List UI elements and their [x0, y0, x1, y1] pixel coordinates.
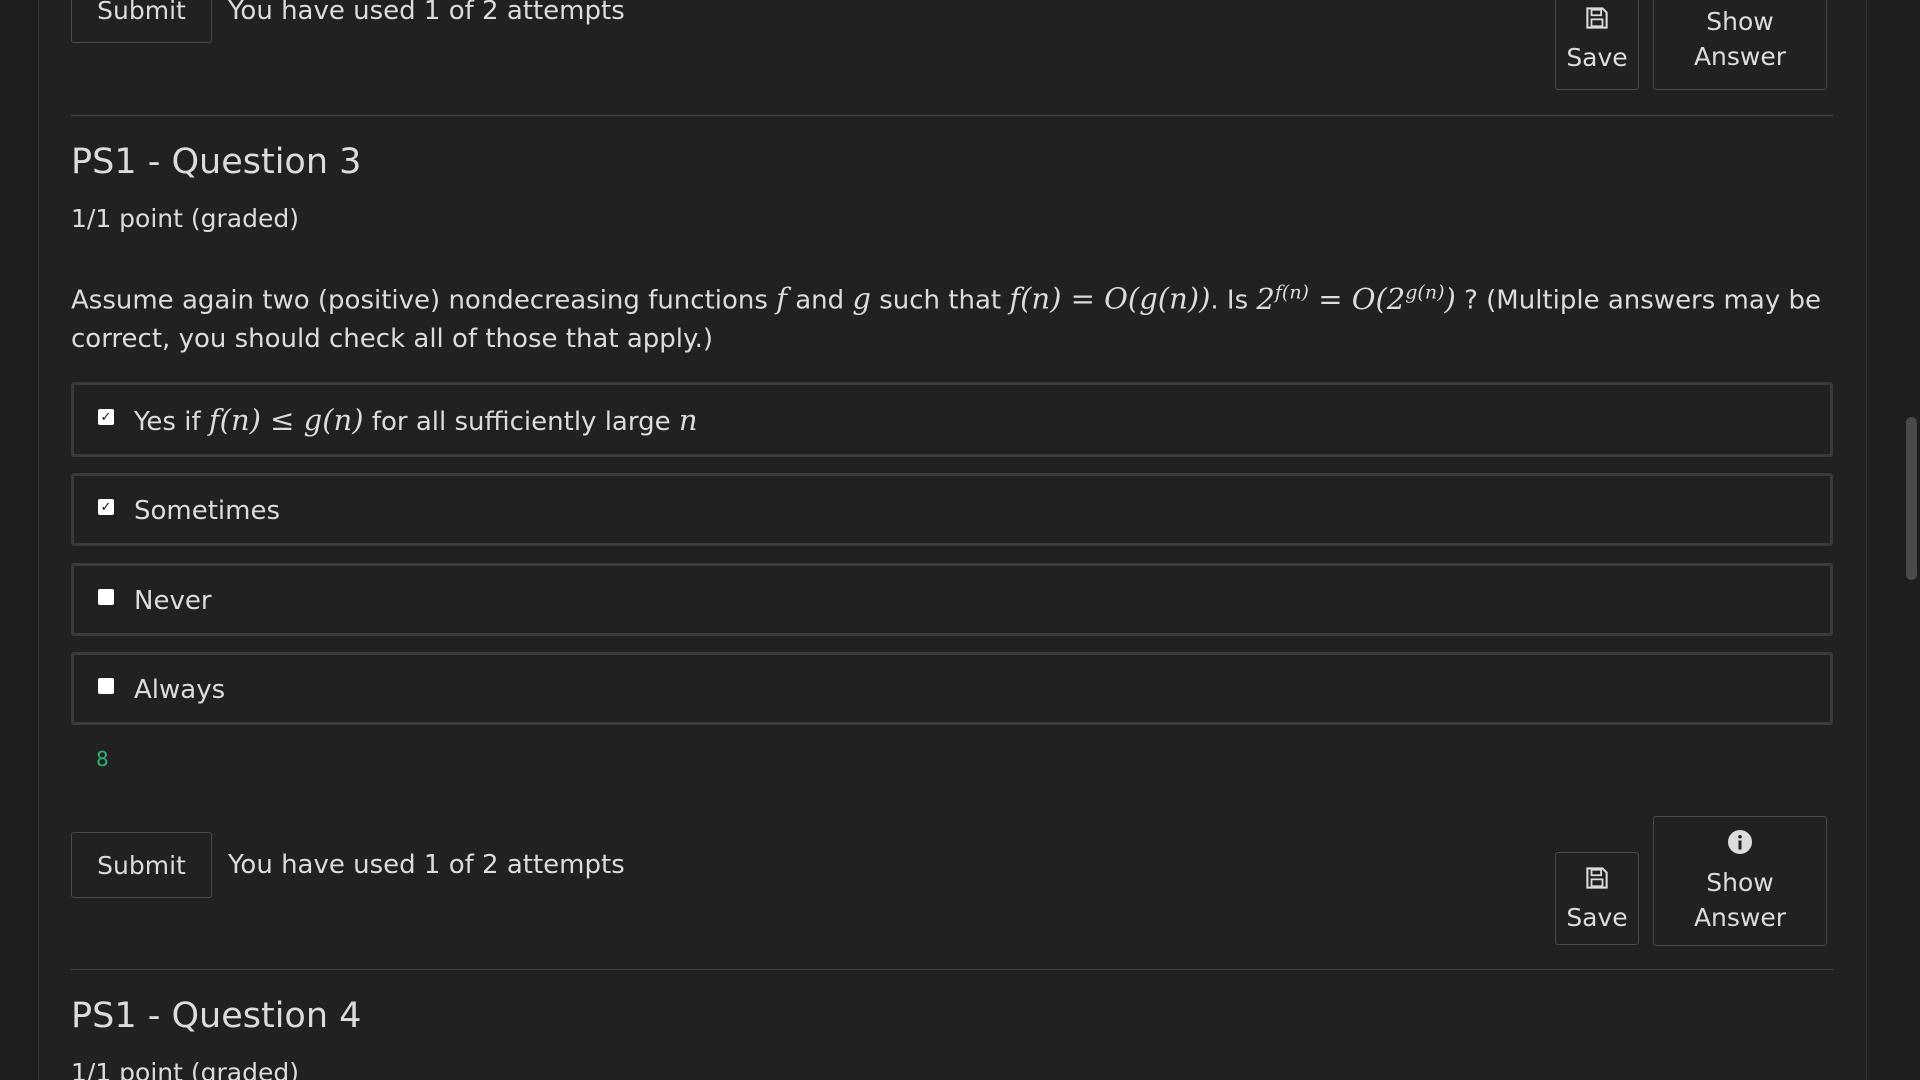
choice-always[interactable]: Always — [71, 652, 1833, 725]
choice-label: Yes if f(n) ≤ g(n) for all sufficiently … — [134, 403, 698, 437]
show-answer-button-label: Show Answer — [1693, 7, 1787, 71]
correct-indicator: 8 — [96, 747, 109, 771]
show-answer-button[interactable]: Show Answer — [1653, 816, 1827, 946]
math-var-f: f — [776, 281, 787, 316]
floppy-disk-icon — [1586, 863, 1608, 898]
page: Submit You have used 1 of 2 attempts Sav… — [0, 0, 1920, 1080]
prompt-text: Assume again two (positive) nondecreasin… — [71, 285, 768, 316]
info-circle-icon — [1728, 828, 1752, 863]
attempts-counter: You have used 1 of 2 attempts — [228, 850, 625, 880]
section-divider — [71, 969, 1833, 970]
question-prompt: Assume again two (positive) nondecreasin… — [71, 273, 1841, 358]
submit-button-label: Submit — [97, 0, 186, 25]
submit-button-label: Submit — [97, 850, 186, 880]
floppy-disk-icon — [1586, 3, 1608, 38]
show-answer-button[interactable]: Show Answer — [1653, 0, 1827, 90]
checkbox-unchecked[interactable] — [98, 678, 114, 694]
check-icon: ✓ — [100, 499, 112, 515]
show-answer-button-label: Show Answer — [1693, 867, 1787, 932]
checkbox-unchecked[interactable] — [98, 589, 114, 605]
choice-sometimes[interactable]: ✓ Sometimes — [71, 473, 1833, 546]
checkbox-checked[interactable]: ✓ — [98, 409, 114, 425]
check-icon: ✓ — [100, 409, 112, 425]
math-question: 2f(n) = O(2g(n)) — [1256, 281, 1456, 316]
save-button[interactable]: Save — [1555, 0, 1639, 90]
and-text: and — [795, 285, 845, 316]
question-points: 1/1 point (graded) — [71, 1058, 299, 1080]
choice-label: Sometimes — [134, 496, 281, 526]
question-title: PS1 - Question 4 — [71, 996, 362, 1036]
scrollbar-thumb[interactable] — [1906, 417, 1917, 580]
math-var-g: g — [852, 281, 871, 316]
submit-button[interactable]: Submit — [71, 832, 212, 898]
choice-never[interactable]: Never — [71, 563, 1833, 636]
choice-label: Always — [134, 675, 226, 705]
question-points: 1/1 point (graded) — [71, 204, 299, 233]
choice-label: Never — [134, 586, 212, 616]
question-title: PS1 - Question 3 — [71, 142, 362, 182]
submit-button[interactable]: Submit — [71, 0, 212, 43]
choice-yes-if[interactable]: ✓ Yes if f(n) ≤ g(n) for all sufficientl… — [71, 382, 1833, 457]
checkbox-checked[interactable]: ✓ — [98, 499, 114, 515]
such-that-text: such that — [879, 285, 1002, 316]
save-button-label: Save — [1566, 902, 1628, 932]
is-text: . Is — [1210, 285, 1249, 316]
attempts-counter: You have used 1 of 2 attempts — [228, 0, 625, 26]
save-button[interactable]: Save — [1555, 852, 1639, 945]
save-button-label: Save — [1566, 43, 1628, 72]
section-divider — [71, 115, 1833, 116]
math-condition: f(n) = O(g(n)) — [1009, 281, 1211, 316]
